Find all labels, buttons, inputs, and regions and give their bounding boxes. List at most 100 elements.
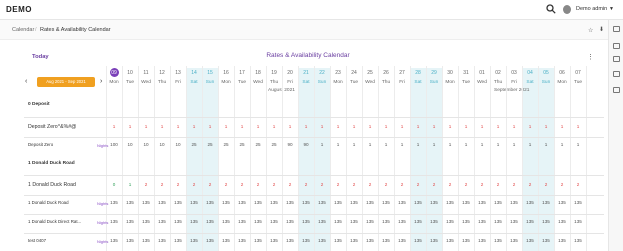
availability-cell[interactable]: 2 xyxy=(394,182,410,187)
rate-cell[interactable]: 1 xyxy=(346,142,362,147)
rate-cell[interactable]: 135 xyxy=(282,200,298,205)
rate-cell[interactable]: 1 xyxy=(362,142,378,147)
rate-cell[interactable]: 1 xyxy=(426,142,442,147)
search-icon[interactable] xyxy=(546,4,556,14)
rate-cell[interactable]: 10 xyxy=(154,142,170,147)
availability-cell[interactable]: 1 xyxy=(410,124,426,129)
rate-cell[interactable]: 135 xyxy=(378,200,394,205)
availability-cell[interactable]: 1 xyxy=(490,124,506,129)
rate-cell[interactable]: 135 xyxy=(538,238,554,243)
rate-cell[interactable]: 135 xyxy=(106,219,122,224)
availability-cell[interactable]: 2 xyxy=(506,182,522,187)
availability-cell[interactable]: 1 xyxy=(522,124,538,129)
rate-cell[interactable]: 135 xyxy=(266,219,282,224)
day-header[interactable]: 03 Fri xyxy=(506,44,522,94)
availability-cell[interactable]: 2 xyxy=(282,182,298,187)
rate-cell[interactable]: 135 xyxy=(186,200,202,205)
day-header[interactable]: 25 Wed xyxy=(362,44,378,94)
day-header[interactable]: 22 Sun xyxy=(314,44,330,94)
availability-cell[interactable]: 1 xyxy=(314,124,330,129)
rate-cell[interactable]: 1 xyxy=(570,142,586,147)
rate-cell[interactable]: 135 xyxy=(330,200,346,205)
rate-cell[interactable]: 135 xyxy=(138,238,154,243)
day-header[interactable]: 28 Sat xyxy=(410,44,426,94)
availability-cell[interactable]: 2 xyxy=(570,182,586,187)
rate-cell[interactable]: 135 xyxy=(506,238,522,243)
availability-cell[interactable]: 1 xyxy=(554,124,570,129)
availability-cell[interactable]: 2 xyxy=(154,182,170,187)
avatar[interactable] xyxy=(563,5,571,14)
rate-cell[interactable]: 135 xyxy=(122,238,138,243)
rate-cell[interactable]: 10 xyxy=(138,142,154,147)
rate-cell[interactable]: 135 xyxy=(554,200,570,205)
day-header[interactable]: 12 Thu xyxy=(154,44,170,94)
rate-cell[interactable]: 135 xyxy=(202,200,218,205)
rate-cell[interactable]: 135 xyxy=(378,238,394,243)
rate-cell[interactable]: 135 xyxy=(426,219,442,224)
availability-cell[interactable]: 2 xyxy=(426,182,442,187)
availability-cell[interactable]: 2 xyxy=(330,182,346,187)
rate-cell[interactable]: 135 xyxy=(362,238,378,243)
rate-cell[interactable]: 135 xyxy=(538,200,554,205)
rate-cell[interactable]: 135 xyxy=(298,219,314,224)
rate-cell[interactable]: 135 xyxy=(378,219,394,224)
availability-cell[interactable]: 0 xyxy=(106,182,122,187)
calendar-icon[interactable] xyxy=(613,43,620,49)
availability-cell[interactable]: 2 xyxy=(170,182,186,187)
rate-cell[interactable]: 135 xyxy=(522,219,538,224)
availability-cell[interactable]: 1 xyxy=(394,124,410,129)
availability-cell[interactable]: 1 xyxy=(266,124,282,129)
star-icon[interactable]: ☆ xyxy=(588,27,593,34)
rate-cell[interactable]: 135 xyxy=(218,219,234,224)
availability-cell[interactable]: 1 xyxy=(458,124,474,129)
rate-cell[interactable]: 135 xyxy=(154,238,170,243)
rate-cell[interactable]: 1 xyxy=(554,142,570,147)
rate-cell[interactable]: 135 xyxy=(234,200,250,205)
availability-cell[interactable]: 1 xyxy=(426,124,442,129)
rate-cell[interactable]: 135 xyxy=(570,238,586,243)
rate-cell[interactable]: 135 xyxy=(522,200,538,205)
day-header[interactable]: 20 Fri xyxy=(282,44,298,94)
rate-cell[interactable]: 135 xyxy=(170,238,186,243)
rate-cell[interactable]: 1 xyxy=(410,142,426,147)
availability-cell[interactable]: 1 xyxy=(442,124,458,129)
pin-icon[interactable]: ⬇ xyxy=(599,26,604,33)
rate-cell[interactable]: 135 xyxy=(538,219,554,224)
rate-cell[interactable]: 135 xyxy=(106,238,122,243)
rate-cell[interactable]: 135 xyxy=(154,200,170,205)
rate-cell[interactable]: 135 xyxy=(362,219,378,224)
day-header[interactable]: 15 Sun xyxy=(202,44,218,94)
rate-cell[interactable]: 135 xyxy=(250,219,266,224)
rate-cell[interactable]: 135 xyxy=(170,200,186,205)
rate-cell[interactable]: 135 xyxy=(298,200,314,205)
availability-cell[interactable]: 2 xyxy=(266,182,282,187)
rate-cell[interactable]: 135 xyxy=(170,219,186,224)
rate-cell[interactable]: 25 xyxy=(266,142,282,147)
rate-cell[interactable]: 25 xyxy=(202,142,218,147)
availability-cell[interactable]: 1 xyxy=(570,124,586,129)
rate-cell[interactable]: 135 xyxy=(346,200,362,205)
rate-cell[interactable]: 135 xyxy=(122,200,138,205)
rate-cell[interactable]: 135 xyxy=(154,219,170,224)
day-header[interactable]: 17 Tue xyxy=(234,44,250,94)
rate-cell[interactable]: 25 xyxy=(250,142,266,147)
availability-cell[interactable]: 1 xyxy=(106,124,122,129)
rate-cell[interactable]: 135 xyxy=(138,200,154,205)
rate-cell[interactable]: 135 xyxy=(250,200,266,205)
rate-cell[interactable]: 1 xyxy=(314,142,330,147)
user-menu[interactable]: Demo admin xyxy=(576,6,607,12)
availability-cell[interactable]: 2 xyxy=(186,182,202,187)
day-header[interactable]: 24 Tue xyxy=(346,44,362,94)
rate-cell[interactable]: 135 xyxy=(186,219,202,224)
availability-cell[interactable]: 1 xyxy=(298,124,314,129)
rate-cell[interactable]: 135 xyxy=(362,200,378,205)
rate-cell[interactable]: 135 xyxy=(138,219,154,224)
availability-cell[interactable]: 1 xyxy=(506,124,522,129)
day-header[interactable]: 19 Thu xyxy=(266,44,282,94)
rate-cell[interactable]: 1 xyxy=(474,142,490,147)
day-header[interactable]: 06 Mon xyxy=(554,44,570,94)
availability-cell[interactable]: 1 xyxy=(186,124,202,129)
availability-cell[interactable]: 1 xyxy=(346,124,362,129)
rate-cell[interactable]: 135 xyxy=(266,238,282,243)
day-header[interactable]: 10 Tue xyxy=(122,44,138,94)
